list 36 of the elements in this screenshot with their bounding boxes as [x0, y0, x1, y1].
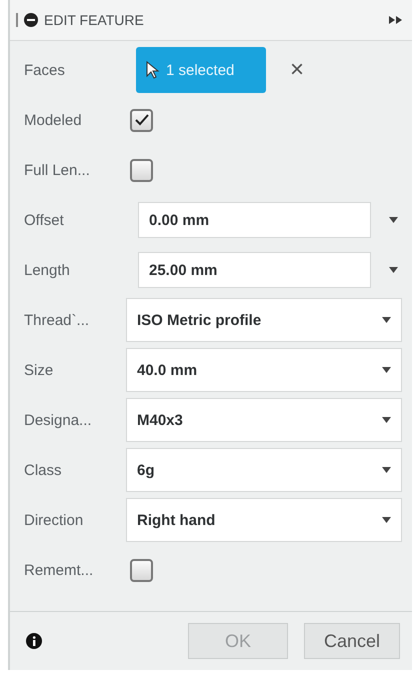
checkbox[interactable]: [130, 158, 153, 182]
dropdown-arrow-icon[interactable]: [382, 367, 391, 373]
panel-title: EDIT FEATURE: [44, 12, 145, 28]
value-input[interactable]: 0.00 mm: [138, 202, 371, 238]
dropdown-arrow-icon[interactable]: [382, 317, 391, 323]
value-input[interactable]: 25.00 mm: [138, 252, 371, 288]
fast-forward-icon[interactable]: [389, 16, 402, 24]
field-label: Faces: [24, 62, 66, 78]
close-button[interactable]: ×: [282, 56, 312, 84]
dropdown-arrow-icon[interactable]: [389, 217, 398, 223]
checkbox[interactable]: [130, 558, 153, 582]
field-label: Designa...: [24, 412, 93, 428]
dropdown-select[interactable]: Right hand: [126, 498, 402, 542]
cancel-button[interactable]: Cancel: [304, 623, 400, 659]
field-label: Thread`...: [24, 312, 90, 328]
dropdown-select[interactable]: ISO Metric profile: [126, 298, 402, 342]
dropdown-arrow-icon[interactable]: [389, 267, 398, 273]
dropdown-select[interactable]: 6g: [126, 448, 402, 492]
field-label: Modeled: [24, 112, 83, 128]
field-label: Class: [24, 462, 63, 478]
field-label: Size: [24, 362, 54, 378]
dropdown-arrow-icon[interactable]: [382, 517, 391, 523]
field-label: Length: [24, 262, 71, 278]
dropdown-arrow-icon[interactable]: [382, 417, 391, 423]
checkmark-icon: [134, 114, 148, 126]
dropdown-select[interactable]: 40.0 mm: [126, 348, 402, 392]
info-icon[interactable]: [26, 633, 42, 649]
field-label: Rememt...: [24, 562, 94, 578]
field-label: Direction: [24, 512, 84, 528]
checkbox[interactable]: [130, 108, 153, 132]
collapse-icon[interactable]: [24, 13, 38, 27]
field-label: Full Len...: [24, 162, 91, 178]
dropdown-arrow-icon[interactable]: [382, 467, 391, 473]
dropdown-select[interactable]: M40x3: [126, 398, 402, 442]
cursor-icon: [146, 61, 160, 79]
field-label: Offset: [24, 212, 65, 228]
